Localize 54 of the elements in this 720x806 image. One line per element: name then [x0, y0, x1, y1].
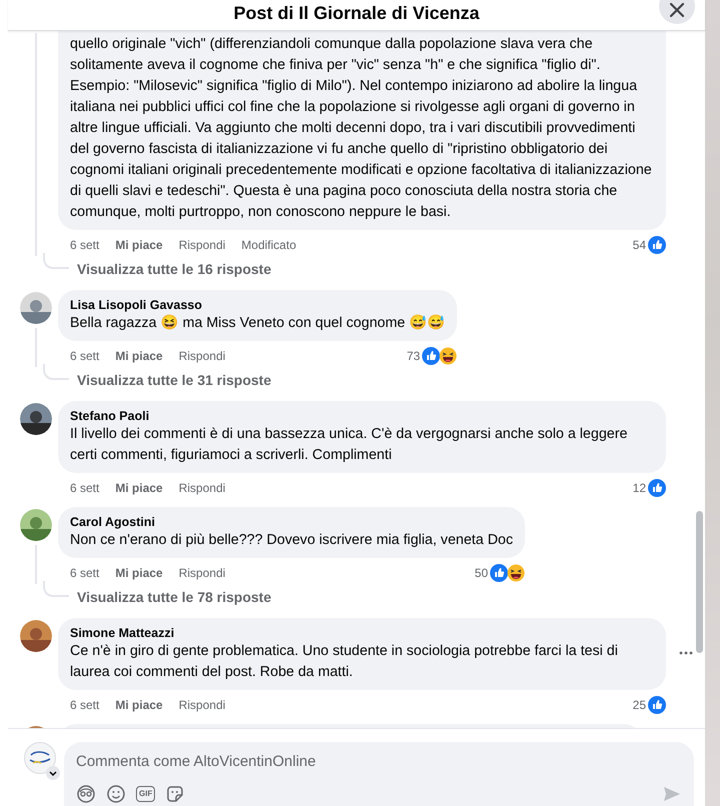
like-icon	[648, 696, 666, 714]
comment-text: Ce n'è in giro di gente problematica. Uno studente in sociologia potrebbe farci la tesi di laurea coi commenti del post. Robe da matti.	[70, 642, 619, 682]
author-name[interactable]: Stefano Paoli	[70, 408, 654, 424]
avatar-sticker-icon[interactable]	[76, 784, 96, 804]
edited-label: Modificato	[241, 238, 296, 252]
like-icon	[648, 236, 666, 254]
reply-link[interactable]: Rispondi	[178, 698, 226, 712]
reaction-count[interactable]: 54	[632, 238, 646, 252]
dialog-title: Post di Il Giornale di Vicenza	[234, 2, 480, 25]
reply-link[interactable]: Rispondi	[178, 481, 226, 495]
smiley-icon[interactable]	[106, 784, 126, 804]
comment-text: quello originale "vich" (differenziandoli comunque dalla popolazione slava vera che solitamente aveva il cognome che finiva per "vic" senza "h" e che significa "figlio di". Esempio: "Milosevic" significa "figlio di Milo"). Nel contempo iniziarono ad abolire la lingua italiana nei pubblici uffici col fine che la popolazione si rivolgesse agli organi di governo in altre lingue ufficiali. Va aggiunto che molti decenni dopo, tra i vari discutibili provvedimenti del governo fascista di italianizzazione vi fu anche quello di "ripristino obbligatorio dei cognomi italiani originali precedentemente modificati e opzione facoltativa di italianizzazione di quelli slavi e tedeschi". Questa è una pagina poco conosciuta della nostra storia che comunque, molti purtroppo, non conoscono neppure le basi.	[70, 35, 653, 222]
laughing-emoji-icon	[439, 347, 458, 365]
comment-time[interactable]: 6 sett	[70, 349, 100, 363]
reply-link[interactable]: Rispondi	[178, 238, 226, 252]
gif-button[interactable]: GIF	[136, 786, 156, 802]
author-name[interactable]: Carol Agostini	[70, 514, 513, 530]
reply-link[interactable]: Rispondi	[178, 566, 226, 580]
comment-text: Bella ragazza 😆 ma Miss Veneto con quel cognome 😅😅	[70, 314, 446, 333]
like-link[interactable]: Mi piace	[115, 698, 163, 712]
like-link[interactable]: Mi piace	[115, 349, 163, 363]
comment-text: Non ce n'erano di più belle??? Dovevo iscrivere mia figlia, veneta Doc	[70, 531, 513, 550]
chevron-down-icon[interactable]	[46, 766, 60, 780]
like-icon	[490, 564, 508, 582]
laughing-emoji-icon	[507, 564, 525, 582]
reaction-count[interactable]: 73	[406, 349, 420, 363]
reaction-count[interactable]: 12	[632, 481, 646, 495]
view-replies-link[interactable]: Visualizza tutte le 31 risposte	[77, 372, 272, 388]
comment-time[interactable]: 6 sett	[70, 698, 100, 712]
comment-text: Il livello dei commenti è di una bassezza unica. C'è da vergognarsi anche solo a leggere certi commenti, figuriamoci a scriverli. Complimenti	[70, 425, 628, 465]
comment-time[interactable]: 6 sett	[70, 566, 100, 580]
sticker-icon[interactable]	[165, 784, 186, 804]
view-replies-link[interactable]: Visualizza tutte le 78 risposte	[77, 589, 272, 605]
reaction-count[interactable]: 50	[474, 566, 488, 580]
comment-time[interactable]: 6 sett	[70, 238, 100, 252]
more-icon[interactable]	[679, 651, 693, 655]
scrollbar-thumb[interactable]	[696, 511, 703, 653]
like-link[interactable]: Mi piace	[115, 481, 163, 495]
view-replies-link[interactable]: Visualizza tutte le 16 risposte	[77, 261, 272, 277]
comment-time[interactable]: 6 sett	[70, 481, 100, 495]
reply-link[interactable]: Rispondi	[178, 349, 226, 363]
comment-field[interactable]: Commenta come AltoVicentinOnline GIF	[64, 742, 694, 806]
like-link[interactable]: Mi piace	[115, 566, 163, 580]
thread-line	[43, 253, 69, 269]
like-link[interactable]: Mi piace	[115, 238, 163, 252]
page-logo-icon	[24, 742, 56, 774]
reaction-count[interactable]: 25	[632, 698, 646, 712]
like-icon	[422, 347, 440, 365]
author-name[interactable]: Simone Matteazzi	[70, 625, 654, 641]
thread-line	[43, 581, 69, 597]
thread-line	[43, 364, 69, 380]
author-name[interactable]: Lisa Lisopoli Gavasso	[70, 297, 446, 313]
close-icon	[669, 2, 685, 18]
like-icon	[648, 479, 666, 497]
